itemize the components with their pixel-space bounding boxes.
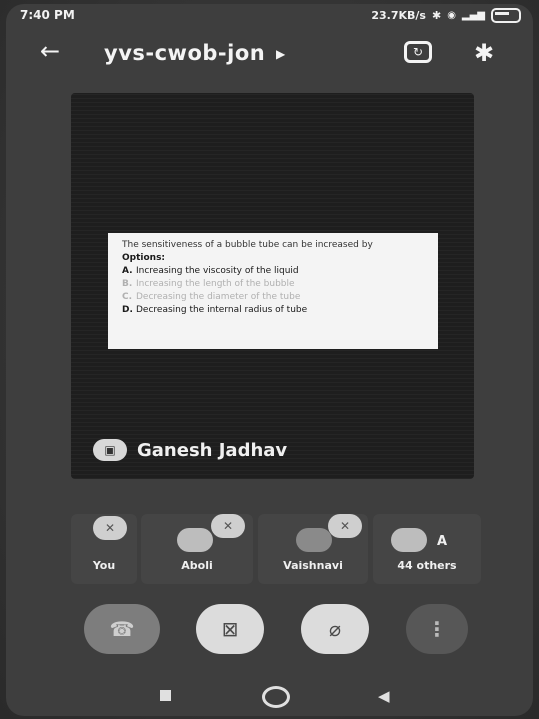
participant-name: Aboli [181,559,213,572]
participant-initial: A [437,534,448,549]
participant-name: 44 others [397,559,457,572]
mic-muted-icon: ✕ [328,514,362,538]
chevron-right-icon[interactable]: ▶ [276,47,285,61]
participant-tile-you[interactable]: ✕ You [71,514,137,584]
bluetooth-icon: ✱ [431,9,442,22]
slide-option-c: C. Decreasing the diameter of the tube [122,292,301,302]
camera-switch-icon[interactable]: ↻ [404,41,432,63]
meeting-header: ← yvs-cwob-jon ▶ ↻ ✱ [0,35,539,75]
camera-off-icon: ⊠ [221,617,239,641]
status-icons: 23.7KB/s ✱ ◉ ▂▄▆ [371,8,521,23]
presenter-name: Ganesh Jadhav [137,439,288,461]
status-time: 7:40 PM [20,8,75,22]
net-speed: 23.7KB/s [371,9,426,22]
signal-icon: ▂▄▆ [461,10,485,21]
participant-tile-others[interactable]: A 44 others [373,514,481,584]
slide-option-d: D. Decreasing the internal radius of tube [122,305,308,315]
more-options-icon: ⋮ [427,617,447,641]
mic-toggle-button[interactable]: ⌀ [301,604,369,654]
presenting-icon: ▣ [93,439,127,461]
mic-muted-icon: ✕ [93,516,127,540]
presentation-tile[interactable]: The sensitiveness of a bubble tube can b… [71,93,474,479]
more-options-button[interactable]: ⋮ [406,604,468,654]
home-icon[interactable] [262,686,290,708]
end-call-icon: ☎ [109,617,135,641]
slide-question: The sensitiveness of a bubble tube can b… [122,240,373,250]
shared-slide: The sensitiveness of a bubble tube can b… [108,233,438,349]
participant-tile-aboli[interactable]: ✕ Aboli [141,514,253,584]
bluetooth-audio-icon[interactable]: ✱ [474,39,494,67]
avatar [296,528,332,552]
status-bar: 7:40 PM 23.7KB/s ✱ ◉ ▂▄▆ [0,0,539,30]
presenter-label: ▣ Ganesh Jadhav [93,439,287,461]
nav-back-icon[interactable]: ◀ [378,687,390,705]
avatar [391,528,427,552]
participant-tile-vaishnavi[interactable]: ✕ Vaishnavi [258,514,368,584]
mic-off-icon: ⌀ [328,617,342,641]
battery-icon [491,8,521,23]
slide-option-a: A. Increasing the viscosity of the liquid [122,266,299,276]
camera-toggle-button[interactable]: ⊠ [196,604,264,654]
participant-name: Vaishnavi [283,559,343,572]
participant-name: You [92,559,116,572]
slide-option-b: B. Increasing the length of the bubble [122,279,295,289]
back-arrow-icon[interactable]: ← [40,37,60,65]
avatar [177,528,213,552]
mic-muted-icon: ✕ [211,514,245,538]
recent-apps-icon[interactable] [160,690,171,701]
android-nav-bar: ◀ [0,684,539,719]
slide-options-label: Options: [122,253,166,263]
meeting-code[interactable]: yvs-cwob-jon [104,41,265,65]
end-call-button[interactable]: ☎ [84,604,160,654]
wifi-icon: ◉ [447,10,456,21]
